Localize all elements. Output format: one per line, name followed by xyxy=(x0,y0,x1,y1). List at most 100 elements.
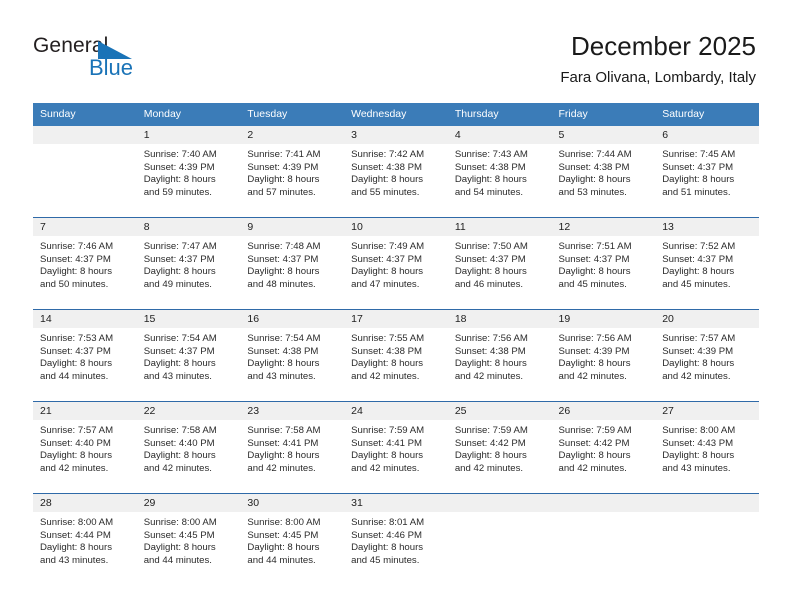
day-details: Sunrise: 7:47 AM Sunset: 4:37 PM Daylight:… xyxy=(137,236,241,309)
calendar-day-cell[interactable]: 27 Sunrise: 8:00 AM Sunset: 4:43 PM Dayligh… xyxy=(655,401,759,494)
day-details: Sunrise: 8:00 AM Sunset: 4:44 PM Daylight:… xyxy=(33,512,137,585)
sunrise-time: Sunrise: 7:43 AM xyxy=(454,149,528,160)
daylight-duration-line2: and 45 minutes. xyxy=(558,278,627,290)
daylight-duration-line2: and 53 minutes. xyxy=(558,186,627,198)
daylight-duration-line2: and 47 minutes. xyxy=(351,278,420,290)
calendar-day-cell[interactable]: 22 Sunrise: 7:58 AM Sunset: 4:40 PM Dayligh… xyxy=(136,401,241,494)
day-number: 22 xyxy=(136,402,241,420)
daylight-duration-line2: and 43 minutes. xyxy=(662,462,731,474)
sunrise-time: Sunrise: 7:45 AM xyxy=(662,149,736,160)
day-details xyxy=(655,512,759,585)
calendar-day-cell[interactable]: 7 Sunrise: 7:46 AM Sunset: 4:37 PM Daylight… xyxy=(33,217,137,310)
daylight-duration-line2: and 54 minutes. xyxy=(454,186,524,198)
brand-logo[interactable]: General Blue xyxy=(33,34,263,86)
sunset-time: Sunset: 4:38 PM xyxy=(454,161,526,173)
day-number: 24 xyxy=(344,402,448,420)
daylight-duration-line2: and 59 minutes. xyxy=(143,186,212,198)
calendar-day-cell[interactable]: 2 Sunrise: 7:41 AM Sunset: 4:39 PM Daylight… xyxy=(240,126,345,218)
sunset-time: Sunset: 4:45 PM xyxy=(143,529,215,541)
daylight-duration-line1: Daylight: 8 hours xyxy=(247,450,320,462)
day-number: 27 xyxy=(655,402,759,420)
daylight-duration-line2: and 44 minutes. xyxy=(143,554,212,566)
page-subtitle: Fara Olivana, Lombardy, Italy xyxy=(560,69,756,86)
calendar-day-cell[interactable]: 21 Sunrise: 7:57 AM Sunset: 4:40 PM Dayligh… xyxy=(33,401,137,494)
calendar-day-cell[interactable]: 23 Sunrise: 7:58 AM Sunset: 4:41 PM Dayligh… xyxy=(240,401,345,494)
daylight-duration-line2: and 43 minutes. xyxy=(247,370,316,382)
calendar-day-cell[interactable]: 20 Sunrise: 7:57 AM Sunset: 4:39 PM Dayligh… xyxy=(655,309,759,402)
title-block: December 2025 Fara Olivana, Lombardy, It… xyxy=(560,30,756,87)
sunrise-time: Sunrise: 7:54 AM xyxy=(247,333,321,344)
daylight-duration-line2: and 42 minutes. xyxy=(143,462,212,474)
day-number: 25 xyxy=(447,402,552,420)
sunrise-time: Sunrise: 7:57 AM xyxy=(40,425,114,436)
day-number: 3 xyxy=(344,126,448,144)
calendar-day-cell[interactable]: 9 Sunrise: 7:48 AM Sunset: 4:37 PM Daylight… xyxy=(240,217,345,310)
calendar-day-cell[interactable]: 24 Sunrise: 7:59 AM Sunset: 4:41 PM Dayligh… xyxy=(344,401,448,494)
calendar-day-cell[interactable]: 3 Sunrise: 7:42 AM Sunset: 4:38 PM Daylight… xyxy=(344,126,448,218)
daylight-duration-line2: and 42 minutes. xyxy=(454,462,524,474)
calendar-day-cell[interactable]: 10 Sunrise: 7:49 AM Sunset: 4:37 PM Dayligh… xyxy=(344,217,448,310)
day-details: Sunrise: 7:46 AM Sunset: 4:37 PM Daylight:… xyxy=(33,236,137,309)
calendar-day-cell[interactable]: 6 Sunrise: 7:45 AM Sunset: 4:37 PM Daylight… xyxy=(655,126,759,218)
calendar-day-cell[interactable]: 19 Sunrise: 7:56 AM Sunset: 4:39 PM Dayligh… xyxy=(551,309,656,402)
calendar-day-cell[interactable]: 13 Sunrise: 7:52 AM Sunset: 4:37 PM Dayligh… xyxy=(655,217,759,310)
calendar-body: 1 Sunrise: 7:40 AM Sunset: 4:39 PM Daylight… xyxy=(33,126,759,585)
calendar-day-cell[interactable]: 8 Sunrise: 7:47 AM Sunset: 4:37 PM Daylight… xyxy=(136,217,241,310)
day-number: 17 xyxy=(344,310,448,328)
brand-name-blue: Blue xyxy=(89,55,134,80)
day-number: 4 xyxy=(447,126,552,144)
daylight-duration-line2: and 44 minutes. xyxy=(247,554,316,566)
daylight-duration-line2: and 43 minutes. xyxy=(40,554,109,566)
day-number: 10 xyxy=(344,218,448,236)
calendar-cell-empty xyxy=(447,493,552,585)
sunset-time: Sunset: 4:38 PM xyxy=(247,345,319,357)
day-details: Sunrise: 7:43 AM Sunset: 4:38 PM Daylight:… xyxy=(448,144,552,217)
calendar-day-cell[interactable]: 31 Sunrise: 8:01 AM Sunset: 4:46 PM Dayligh… xyxy=(344,493,448,585)
calendar-day-cell[interactable]: 30 Sunrise: 8:00 AM Sunset: 4:45 PM Dayligh… xyxy=(240,493,345,585)
daylight-duration-line2: and 42 minutes. xyxy=(247,462,316,474)
day-number: 23 xyxy=(240,402,345,420)
calendar-day-cell[interactable]: 16 Sunrise: 7:54 AM Sunset: 4:38 PM Dayligh… xyxy=(240,309,345,402)
sunset-time: Sunset: 4:46 PM xyxy=(351,529,423,541)
day-details: Sunrise: 7:53 AM Sunset: 4:37 PM Daylight:… xyxy=(33,328,137,401)
day-number: 18 xyxy=(447,310,552,328)
daylight-duration-line2: and 42 minutes. xyxy=(558,462,627,474)
calendar-day-cell[interactable]: 11 Sunrise: 7:50 AM Sunset: 4:37 PM Dayligh… xyxy=(447,217,552,310)
sunrise-time: Sunrise: 7:53 AM xyxy=(40,333,114,344)
sunset-time: Sunset: 4:38 PM xyxy=(351,345,423,357)
calendar-day-cell[interactable]: 5 Sunrise: 7:44 AM Sunset: 4:38 PM Daylight… xyxy=(551,126,656,218)
sunrise-time: Sunrise: 7:59 AM xyxy=(558,425,632,436)
day-details: Sunrise: 7:55 AM Sunset: 4:38 PM Daylight:… xyxy=(344,328,448,401)
weekday-header-thursday: Thursday xyxy=(447,103,552,126)
sunrise-time: Sunrise: 7:52 AM xyxy=(662,241,736,252)
calendar-day-cell[interactable]: 1 Sunrise: 7:40 AM Sunset: 4:39 PM Daylight… xyxy=(136,126,241,218)
page-title: December 2025 xyxy=(571,31,756,61)
calendar-day-cell[interactable]: 4 Sunrise: 7:43 AM Sunset: 4:38 PM Daylight… xyxy=(447,126,552,218)
daylight-duration-line1: Daylight: 8 hours xyxy=(143,266,216,278)
weekday-header-monday: Monday xyxy=(136,103,241,126)
daylight-duration-line1: Daylight: 8 hours xyxy=(454,266,527,278)
day-details: Sunrise: 7:45 AM Sunset: 4:37 PM Daylight:… xyxy=(655,144,759,217)
day-details xyxy=(552,512,656,585)
calendar-day-cell[interactable]: 15 Sunrise: 7:54 AM Sunset: 4:37 PM Dayligh… xyxy=(136,309,241,402)
sunrise-time: Sunrise: 7:50 AM xyxy=(454,241,528,252)
daylight-duration-line1: Daylight: 8 hours xyxy=(351,450,424,462)
day-details: Sunrise: 7:59 AM Sunset: 4:41 PM Daylight:… xyxy=(344,420,448,493)
calendar-day-cell[interactable]: 17 Sunrise: 7:55 AM Sunset: 4:38 PM Dayligh… xyxy=(344,309,448,402)
sunrise-time: Sunrise: 7:55 AM xyxy=(351,333,425,344)
sunrise-time: Sunrise: 7:41 AM xyxy=(247,149,321,160)
day-details: Sunrise: 7:58 AM Sunset: 4:41 PM Daylight:… xyxy=(240,420,344,493)
sunset-time: Sunset: 4:41 PM xyxy=(351,437,423,449)
day-number: 14 xyxy=(33,310,137,328)
sunset-time: Sunset: 4:43 PM xyxy=(662,437,734,449)
calendar-day-cell[interactable]: 25 Sunrise: 7:59 AM Sunset: 4:42 PM Dayligh… xyxy=(447,401,552,494)
calendar-day-cell[interactable]: 29 Sunrise: 8:00 AM Sunset: 4:45 PM Dayligh… xyxy=(136,493,241,585)
daylight-duration-line1: Daylight: 8 hours xyxy=(351,542,424,554)
calendar-day-cell[interactable]: 28 Sunrise: 8:00 AM Sunset: 4:44 PM Dayligh… xyxy=(33,493,137,585)
calendar-day-cell[interactable]: 26 Sunrise: 7:59 AM Sunset: 4:42 PM Dayligh… xyxy=(551,401,656,494)
sunrise-time: Sunrise: 7:54 AM xyxy=(143,333,217,344)
calendar-day-cell[interactable]: 18 Sunrise: 7:56 AM Sunset: 4:38 PM Dayligh… xyxy=(447,309,552,402)
daylight-duration-line2: and 49 minutes. xyxy=(143,278,212,290)
calendar-day-cell[interactable]: 14 Sunrise: 7:53 AM Sunset: 4:37 PM Dayligh… xyxy=(33,309,137,402)
calendar-day-cell[interactable]: 12 Sunrise: 7:51 AM Sunset: 4:37 PM Dayligh… xyxy=(551,217,656,310)
